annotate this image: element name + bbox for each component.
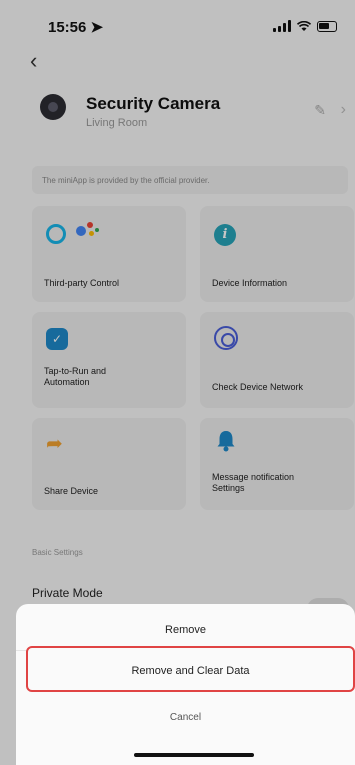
remove-and-clear-data-button[interactable]: Remove and Clear Data [26,646,355,692]
home-indicator [134,753,254,757]
remove-button[interactable]: Remove [16,624,355,636]
cancel-button[interactable]: Cancel [16,712,355,723]
